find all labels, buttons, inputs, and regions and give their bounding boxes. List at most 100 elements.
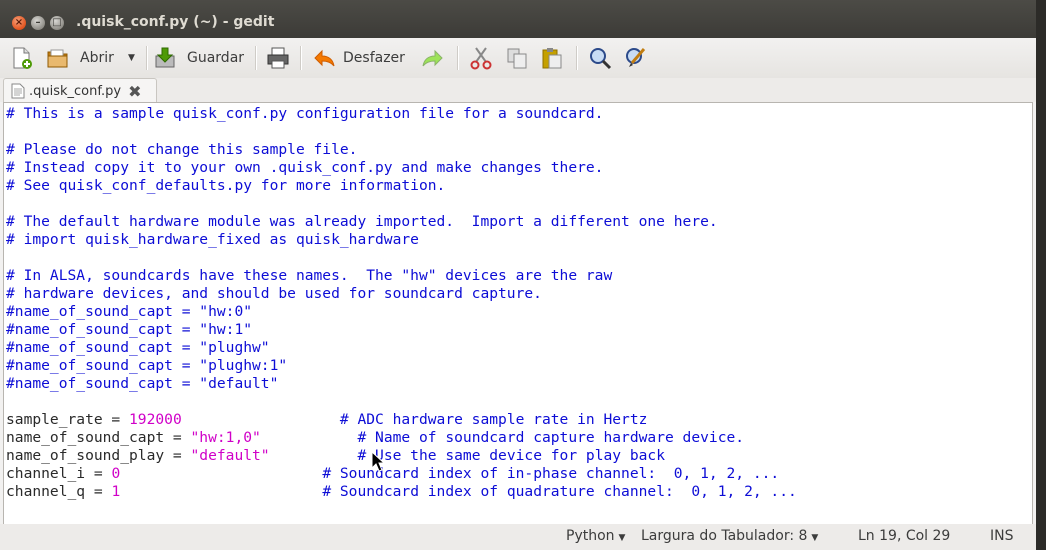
code-comment: #name_of_sound_capt = "default" (6, 375, 279, 392)
code-line[interactable]: #name_of_sound_capt = "hw:1" (6, 321, 797, 339)
toolbar-separator (300, 46, 302, 70)
mouse-pointer-icon (371, 451, 385, 472)
cut-icon (470, 47, 492, 70)
code-text: sample_rate = (6, 411, 130, 428)
toolbar-separator (457, 46, 459, 70)
code-literal: 1 (111, 483, 121, 500)
code-comment: # See quisk_conf_defaults.py for more in… (6, 177, 446, 194)
code-line[interactable]: # The default hardware module was alread… (6, 213, 797, 231)
print-button[interactable] (266, 44, 290, 72)
tab-quisk-conf[interactable]: .quisk_conf.py ✖ (3, 78, 157, 103)
code-line[interactable]: #name_of_sound_capt = "default" (6, 375, 797, 393)
code-literal: 0 (111, 465, 121, 482)
dropdown-arrow-icon: ▼ (128, 53, 135, 63)
open-label: Abrir (80, 50, 114, 66)
code-text: name_of_sound_capt = (6, 429, 191, 446)
copy-icon (507, 48, 527, 69)
replace-button[interactable] (624, 44, 648, 72)
code-line[interactable] (6, 393, 797, 411)
code-comment: #name_of_sound_capt = "hw:1" (6, 321, 253, 338)
tab-width-selector[interactable]: Largura do Tabulador: 8 ▼ (641, 528, 818, 544)
code-comment: #name_of_sound_capt = "plughw" (6, 339, 270, 356)
close-tab-icon[interactable]: ✖ (128, 82, 141, 101)
code-comment: # Use the same device for play back (357, 447, 665, 464)
open-folder-icon (47, 49, 68, 68)
new-document-icon (13, 47, 32, 69)
insert-mode: INS (990, 528, 1014, 544)
code-line[interactable]: channel_i = 0 # Soundcard index of in-ph… (6, 465, 797, 483)
code-line[interactable]: # This is a sample quisk_conf.py configu… (6, 105, 797, 123)
code-line[interactable]: # Instead copy it to your own .quisk_con… (6, 159, 797, 177)
code-line[interactable]: channel_q = 1 # Soundcard index of quadr… (6, 483, 797, 501)
code-line[interactable] (6, 123, 797, 141)
undo-label: Desfazer (343, 50, 405, 66)
language-label: Python (566, 528, 615, 544)
code-comment: # The default hardware module was alread… (6, 213, 718, 230)
code-line[interactable]: #name_of_sound_capt = "plughw" (6, 339, 797, 357)
redo-icon (422, 49, 443, 67)
title-bar: × – □ .quisk_conf.py (~) - gedit (0, 0, 1036, 38)
code-line[interactable]: # import quisk_hardware_fixed as quisk_h… (6, 231, 797, 249)
code-comment: # import quisk_hardware_fixed as quisk_h… (6, 231, 419, 248)
save-button[interactable]: Guardar (153, 44, 244, 72)
replace-icon (626, 48, 646, 67)
open-button[interactable]: Abrir (46, 44, 114, 72)
code-comment: # Please do not change this sample file. (6, 141, 358, 158)
toolbar-separator (255, 46, 257, 70)
code-literal: 192000 (129, 411, 182, 428)
code-line[interactable] (6, 249, 797, 267)
window-title: .quisk_conf.py (~) - gedit (76, 14, 275, 30)
code-text: channel_q = (6, 483, 112, 500)
code-literal: "default" (190, 447, 270, 464)
code-line[interactable]: #name_of_sound_capt = "plughw:1" (6, 357, 797, 375)
code-line[interactable]: #name_of_sound_capt = "hw:0" (6, 303, 797, 321)
maximize-window-button[interactable]: □ (50, 16, 64, 30)
paste-icon (542, 48, 562, 69)
recent-files-dropdown[interactable]: ▼ (128, 44, 135, 72)
desktop-background (1036, 0, 1046, 550)
minimize-window-button[interactable]: – (31, 16, 45, 30)
close-window-button[interactable]: × (12, 16, 26, 30)
code-content[interactable]: # This is a sample quisk_conf.py configu… (6, 105, 797, 501)
text-editor[interactable]: # This is a sample quisk_conf.py configu… (3, 102, 1033, 526)
print-icon (267, 47, 289, 69)
undo-button[interactable]: Desfazer (313, 44, 405, 72)
new-document-button[interactable] (10, 44, 34, 72)
language-selector[interactable]: Python ▼ (566, 528, 625, 544)
code-line[interactable]: # In ALSA, soundcards have these names. … (6, 267, 797, 285)
redo-button[interactable] (420, 44, 444, 72)
code-comment: # Name of soundcard capture hardware dev… (357, 429, 745, 446)
code-line[interactable]: sample_rate = 192000 # ADC hardware samp… (6, 411, 797, 429)
paste-button[interactable] (540, 44, 564, 72)
undo-icon (314, 49, 335, 67)
code-line[interactable]: # See quisk_conf_defaults.py for more in… (6, 177, 797, 195)
code-line[interactable]: # hardware devices, and should be used f… (6, 285, 797, 303)
code-comment: # Instead copy it to your own .quisk_con… (6, 159, 604, 176)
code-line[interactable]: name_of_sound_capt = "hw:1,0" # Name of … (6, 429, 797, 447)
toolbar-separator (576, 46, 578, 70)
code-comment: # ADC hardware sample rate in Hertz (339, 411, 648, 428)
code-line[interactable]: name_of_sound_play = "default" # Use the… (6, 447, 797, 465)
status-bar: Python ▼ Largura do Tabulador: 8 ▼ Ln 19, … (0, 524, 1036, 550)
toolbar-separator (146, 46, 148, 70)
code-comment: # Soundcard index of quadrature channel:… (322, 483, 797, 500)
code-comment: #name_of_sound_capt = "hw:0" (6, 303, 253, 320)
toolbar: Abrir ▼ Guardar Desfazer (0, 38, 1036, 78)
code-comment: # This is a sample quisk_conf.py configu… (6, 105, 604, 122)
code-line[interactable]: # Please do not change this sample file. (6, 141, 797, 159)
copy-button[interactable] (505, 44, 529, 72)
cursor-position: Ln 19, Col 29 (858, 528, 951, 544)
search-button[interactable] (588, 44, 612, 72)
save-icon (155, 47, 175, 68)
code-line[interactable] (6, 195, 797, 213)
cut-button[interactable] (469, 44, 493, 72)
dropdown-arrow-icon: ▼ (618, 533, 626, 543)
document-tab-bar: .quisk_conf.py ✖ (0, 78, 1036, 103)
save-label: Guardar (187, 50, 245, 66)
text-file-icon (11, 83, 25, 99)
